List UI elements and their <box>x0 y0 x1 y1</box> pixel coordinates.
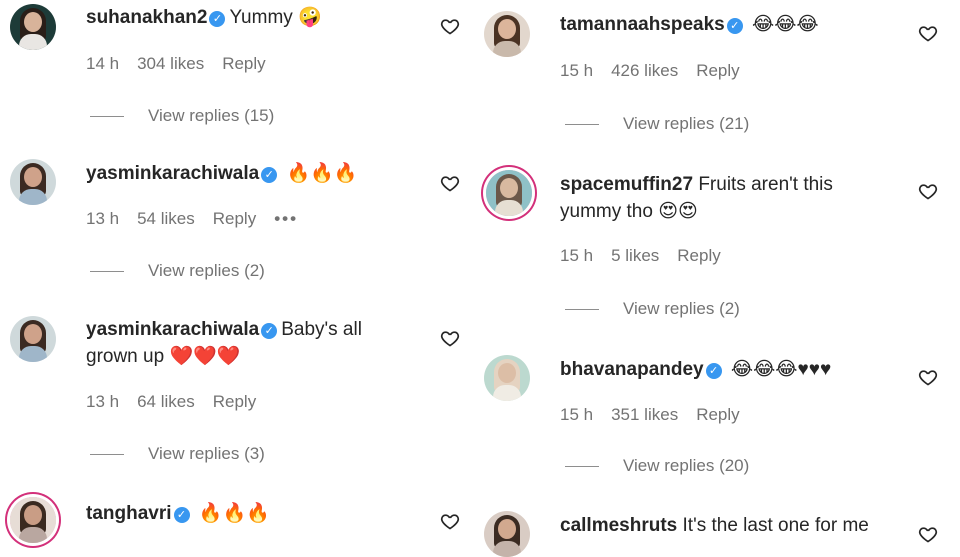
reply-button[interactable]: Reply <box>696 61 739 80</box>
divider <box>565 466 599 468</box>
reply-button[interactable]: Reply <box>696 405 739 424</box>
avatar[interactable] <box>10 4 56 50</box>
comment-time: 13 h <box>86 392 120 411</box>
heart-outline-icon[interactable] <box>440 173 460 193</box>
view-replies-label: View replies (3) <box>148 444 265 463</box>
divider <box>565 309 599 311</box>
verified-badge-icon: ✓ <box>726 18 743 34</box>
view-replies-button[interactable]: View replies (2) <box>565 299 740 319</box>
heart-outline-icon[interactable] <box>918 524 938 544</box>
username[interactable]: spacemuffin27 <box>560 174 693 195</box>
comment-emoji: 🔥🔥🔥 <box>286 163 358 184</box>
likes-count[interactable]: 304 likes <box>137 54 204 73</box>
username[interactable]: suhanakhan2 <box>86 7 207 28</box>
comment-emoji: ❤️❤️❤️ <box>169 346 241 367</box>
comment-emoji: 😂😂😂♥♥♥ <box>730 359 832 380</box>
reply-button[interactable]: Reply <box>677 246 720 265</box>
username[interactable]: callmeshruts <box>560 515 677 536</box>
more-options-button[interactable]: ••• <box>274 209 298 228</box>
comment-time: 15 h <box>560 61 594 80</box>
likes-count[interactable]: 54 likes <box>137 209 195 228</box>
divider <box>565 124 599 126</box>
comment-time: 15 h <box>560 246 594 265</box>
avatar[interactable] <box>10 159 56 205</box>
divider <box>90 116 124 118</box>
likes-count[interactable]: 5 likes <box>611 246 659 265</box>
verified-badge-icon: ✓ <box>261 167 278 183</box>
view-replies-button[interactable]: View replies (2) <box>90 261 265 281</box>
username[interactable]: tanghavri <box>86 503 172 524</box>
verified-badge-icon: ✓ <box>209 11 226 27</box>
username[interactable]: tamannaahspeaks <box>560 14 725 35</box>
view-replies-button[interactable]: View replies (20) <box>565 456 749 476</box>
view-replies-label: View replies (2) <box>148 261 265 280</box>
view-replies-label: View replies (20) <box>623 456 750 475</box>
comment-time: 15 h <box>560 405 594 424</box>
view-replies-label: View replies (21) <box>623 114 750 133</box>
view-replies-button[interactable]: View replies (15) <box>90 106 274 126</box>
comment-emoji: 🔥🔥🔥 <box>198 503 270 524</box>
divider <box>90 454 124 456</box>
avatar[interactable] <box>10 316 56 362</box>
heart-outline-icon[interactable] <box>440 511 460 531</box>
divider <box>90 271 124 273</box>
reply-button[interactable]: Reply <box>222 54 265 73</box>
view-replies-label: View replies (2) <box>623 299 740 318</box>
view-replies-label: View replies (15) <box>148 106 275 125</box>
verified-badge-icon: ✓ <box>705 363 722 379</box>
username[interactable]: yasminkarachiwala <box>86 319 259 340</box>
avatar[interactable] <box>484 511 530 557</box>
heart-outline-icon[interactable] <box>440 16 460 36</box>
view-replies-button[interactable]: View replies (3) <box>90 444 265 464</box>
comment-emoji: 😍😍 <box>658 201 698 222</box>
comment-text: Baby's all <box>281 319 362 340</box>
likes-count[interactable]: 64 likes <box>137 392 195 411</box>
heart-outline-icon[interactable] <box>918 181 938 201</box>
heart-outline-icon[interactable] <box>918 23 938 43</box>
avatar[interactable] <box>486 170 532 216</box>
verified-badge-icon: ✓ <box>261 323 278 339</box>
comment-time: 13 h <box>86 209 120 228</box>
comment-text-line2: yummy tho <box>560 201 653 222</box>
username[interactable]: yasminkarachiwala <box>86 163 259 184</box>
comment-time: 14 h <box>86 54 120 73</box>
comment-emoji: 😂😂😂 <box>752 14 819 35</box>
likes-count[interactable]: 351 likes <box>611 405 678 424</box>
username[interactable]: bhavanapandey <box>560 359 704 380</box>
view-replies-button[interactable]: View replies (21) <box>565 114 749 134</box>
avatar[interactable] <box>484 11 530 57</box>
comment-text: Yummy <box>229 7 293 28</box>
comment-text-line2: grown up <box>86 346 165 367</box>
likes-count[interactable]: 426 likes <box>611 61 678 80</box>
comment-text: It's the last one for me <box>682 515 869 536</box>
verified-badge-icon: ✓ <box>173 507 190 523</box>
avatar[interactable] <box>10 497 56 543</box>
reply-button[interactable]: Reply <box>213 209 256 228</box>
reply-button[interactable]: Reply <box>213 392 256 411</box>
heart-outline-icon[interactable] <box>440 328 460 348</box>
comment-emoji: 🤪 <box>298 7 322 28</box>
avatar[interactable] <box>484 355 530 401</box>
heart-outline-icon[interactable] <box>918 367 938 387</box>
comment-text: Fruits aren't this <box>698 174 833 195</box>
